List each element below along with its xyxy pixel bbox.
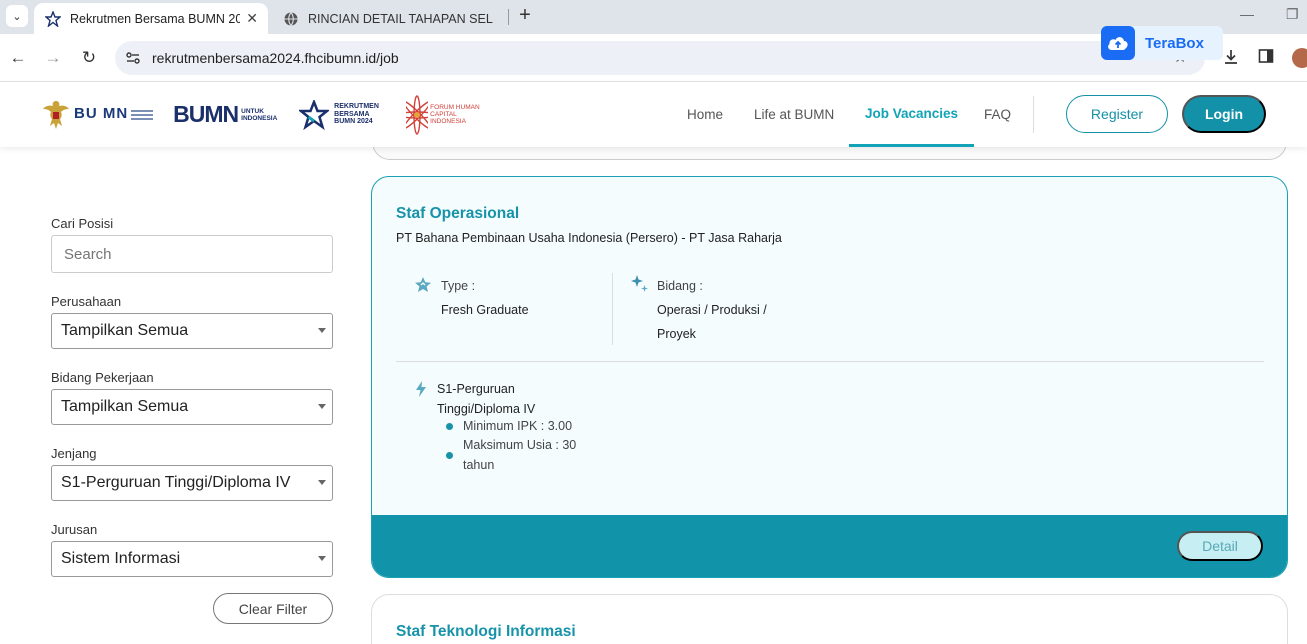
job-card-footer: Detail: [372, 515, 1287, 577]
terabox-extension[interactable]: TeraBox: [1101, 26, 1223, 60]
field-label: Bidang Pekerjaan: [51, 370, 154, 385]
bumn-stack-logo: BU MN: [74, 105, 154, 123]
side-panel-icon[interactable]: [1258, 48, 1274, 69]
rekrutmen-logo: REKRUTMEN BERSAMA BUMN 2024: [299, 99, 382, 130]
field-label: Bidang :: [657, 279, 703, 293]
login-button[interactable]: Login: [1182, 95, 1266, 133]
caret-down-icon: [318, 328, 326, 333]
bullet-dot: [446, 452, 453, 459]
education-requirement: S1-Perguruan Tinggi/Diploma IV: [437, 379, 567, 419]
star-badge-icon: [415, 277, 431, 292]
star-logo-icon: [44, 10, 62, 28]
restore-icon[interactable]: ❐: [1286, 6, 1299, 23]
requirement-ipk: Minimum IPK : 3.00: [463, 419, 573, 433]
reload-button[interactable]: ↻: [77, 46, 101, 70]
terabox-label: TeraBox: [1145, 34, 1204, 52]
company-select-value: Tampilkan Semua: [61, 322, 189, 339]
bumn-main-logo: BUMN UNTUK INDONESIA: [173, 101, 281, 128]
caret-down-icon: [318, 404, 326, 409]
field-value-line-2: Proyek: [657, 327, 696, 341]
tab-separator: [508, 9, 509, 25]
site-header: BU MN BUMN UNTUK INDONESIA REKRUTMEN BER…: [0, 82, 1307, 147]
clear-filter-button[interactable]: Clear Filter: [213, 593, 333, 624]
reload-icon: ↻: [81, 48, 97, 67]
type-label: Type :: [441, 279, 476, 293]
type-value: Fresh Graduate: [441, 303, 529, 317]
nav-faq[interactable]: FAQ: [984, 82, 1011, 147]
tab-search-button[interactable]: ⌄: [6, 5, 28, 27]
level-label: Jenjang: [51, 446, 97, 461]
logo-strip[interactable]: BU MN BUMN UNTUK INDONESIA REKRUTMEN BER…: [42, 92, 485, 137]
lightning-icon: [416, 381, 426, 397]
forum-logo: FORUM HUMAN CAPITAL INDONESIA: [406, 93, 485, 137]
globe-icon: [282, 10, 300, 28]
close-tab-icon[interactable]: ✕: [246, 10, 258, 27]
job-title[interactable]: Staf Teknologi Informasi: [396, 623, 576, 641]
field-select-value: Tampilkan Semua: [61, 398, 189, 415]
bumn-sub-text: UNTUK INDONESIA: [241, 107, 278, 122]
forum-flower-icon: [406, 94, 429, 135]
major-select-value: Sistem Informasi: [61, 550, 181, 567]
arrow-left-icon: ←: [9, 48, 27, 67]
job-card[interactable]: Staf Operasional PT Bahana Pembinaan Usa…: [371, 176, 1288, 578]
search-label: Cari Posisi: [51, 216, 114, 231]
back-button[interactable]: ←: [6, 46, 30, 70]
bullet-dot: [446, 423, 453, 430]
detail-button[interactable]: Detail: [1177, 531, 1263, 561]
major-select[interactable]: Sistem Informasi: [51, 541, 333, 577]
new-tab-button[interactable]: +: [514, 4, 536, 26]
nav-life-at-bumn[interactable]: Life at BUMN: [754, 82, 834, 147]
profile-avatar[interactable]: [1292, 48, 1307, 68]
nav-job-vacancies[interactable]: Job Vacancies: [849, 82, 975, 147]
field-select[interactable]: Tampilkan Semua: [51, 389, 333, 425]
download-icon[interactable]: [1222, 48, 1240, 71]
garuda-logo-icon: [43, 100, 69, 129]
tab-rekrutmen[interactable]: Rekrutmen Bersama BUMN 202 ✕: [34, 3, 268, 34]
forward-button[interactable]: →: [41, 46, 65, 70]
level-select-value: S1-Perguruan Tinggi/Diploma IV: [61, 474, 291, 491]
cloud-upload-icon: [1101, 26, 1135, 60]
job-title[interactable]: Staf Operasional: [396, 205, 519, 223]
bumn-stack-text: BU MN: [74, 105, 129, 123]
minimize-icon[interactable]: —: [1240, 6, 1254, 22]
requirement-age-line-1: Maksimum Usia : 30: [463, 438, 577, 452]
company-select[interactable]: Tampilkan Semua: [51, 313, 333, 349]
attr-divider: [612, 273, 613, 345]
company-label: Perusahaan: [51, 294, 122, 309]
job-card[interactable]: Staf Teknologi Informasi: [371, 594, 1288, 644]
nav-home[interactable]: Home: [687, 82, 723, 147]
chevron-down-icon: ⌄: [12, 10, 22, 23]
job-company: PT Bahana Pembinaan Usaha Indonesia (Per…: [396, 231, 782, 245]
requirement-age-line-2: tahun: [463, 458, 495, 472]
tab-title: Rekrutmen Bersama BUMN 202: [70, 11, 241, 26]
site-settings-icon[interactable]: [125, 50, 141, 66]
requirement-age: Maksimum Usia : 30 tahun: [463, 435, 593, 475]
education-line-2: Tinggi/Diploma IV: [437, 402, 536, 416]
section-divider: [396, 361, 1264, 362]
tab-rincian[interactable]: RINCIAN DETAIL TAHAPAN SEL: [272, 3, 508, 34]
search-input[interactable]: [51, 235, 333, 273]
sparkle-icon: [631, 275, 648, 292]
bumn-main-text: BUMN: [173, 101, 239, 127]
rekrutmen-star-icon: [299, 99, 330, 130]
caret-down-icon: [318, 556, 326, 561]
tab-title: RINCIAN DETAIL TAHAPAN SEL: [308, 11, 493, 26]
caret-down-icon: [318, 480, 326, 485]
nav-divider: [1033, 96, 1034, 133]
forum-logo-text: FORUM HUMAN CAPITAL INDONESIA: [430, 104, 480, 125]
field-value-line-1: Operasi / Produksi /: [657, 303, 767, 317]
arrow-right-icon: →: [44, 48, 62, 67]
register-button[interactable]: Register: [1066, 95, 1168, 133]
address-bar[interactable]: rekrutmenbersama2024.fhcibumn.id/job ☆: [115, 41, 1205, 75]
major-label: Jurusan: [51, 522, 98, 537]
education-line-1: S1-Perguruan: [437, 382, 515, 396]
plus-icon: +: [519, 3, 531, 26]
url-text: rekrutmenbersama2024.fhcibumn.id/job: [152, 50, 399, 66]
rekrutmen-logo-text: REKRUTMEN BERSAMA BUMN 2024: [334, 103, 379, 126]
level-select[interactable]: S1-Perguruan Tinggi/Diploma IV: [51, 465, 333, 501]
